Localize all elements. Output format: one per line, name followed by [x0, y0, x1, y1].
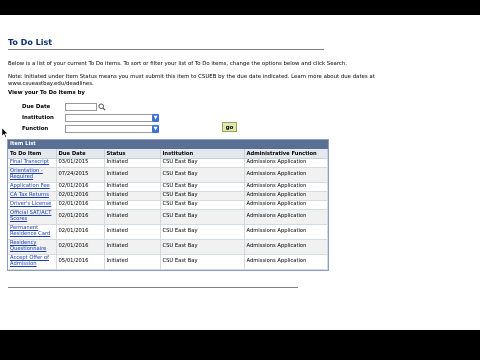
institution-select[interactable]: ▼ [65, 114, 159, 122]
search-icon[interactable] [98, 103, 106, 111]
due-date-cell: 02/01/2016 [56, 200, 105, 210]
item-list-title: Item List [8, 140, 328, 149]
function-cell: Admissions Application [244, 200, 328, 210]
table-row: Orientation - Required 07/24/2015 Initia… [8, 167, 328, 183]
chevron-down-icon[interactable]: ▼ [152, 125, 159, 133]
institution-cell: CSU East Bay [160, 158, 245, 168]
table-row: Official SAT/ACT Scores 02/01/2016 Initi… [8, 209, 328, 225]
item-table: To Do Item Due Date Status Institution A… [8, 149, 328, 270]
function-cell: Admissions Application [244, 167, 328, 183]
status-cell: Initiated [104, 254, 161, 270]
status-cell: Initiated [104, 209, 161, 225]
function-cell: Admissions Application [244, 191, 328, 201]
table-row: Residency Questionnaire 02/01/2016 Initi… [8, 239, 328, 255]
col-header-due-date: Due Date [56, 149, 105, 159]
function-cell: Admissions Application [244, 158, 328, 168]
chevron-down-icon[interactable]: ▼ [152, 114, 159, 122]
table-row: Final Transcript 03/01/2015 Initiated CS… [8, 158, 328, 168]
institution-cell: CSU East Bay [160, 191, 245, 201]
col-header-institution: Institution [160, 149, 245, 159]
todo-item-link[interactable]: Permanent Residence Card [10, 225, 50, 237]
col-header-function: Administrative Function [244, 149, 328, 159]
todo-item-link[interactable]: CA Tax Returns [10, 192, 49, 198]
institution-cell: CSU East Bay [160, 182, 245, 192]
table-row: Permanent Residence Card 02/01/2016 Init… [8, 224, 328, 240]
due-date-label: Due Date [22, 104, 51, 110]
todo-item-link[interactable]: Driver's License [10, 201, 51, 207]
due-date-cell: 02/01/2016 [56, 191, 105, 201]
status-cell: Initiated [104, 158, 161, 168]
bottom-divider [8, 287, 298, 288]
col-header-status: Status [104, 149, 161, 159]
page: To Do List Below is a list of your curre… [0, 15, 480, 330]
function-cell: Admissions Application [244, 224, 328, 240]
page-title: To Do List [8, 38, 53, 47]
table-row: CA Tax Returns 02/01/2016 Initiated CSU … [8, 191, 328, 201]
due-date-cell: 02/01/2016 [56, 239, 105, 255]
function-label: Function [22, 126, 49, 132]
table-row: Accept Offer of Admission 05/01/2016 Ini… [8, 254, 328, 270]
view-by-heading: View your To Do Items by [8, 90, 85, 96]
due-date-cell: 07/24/2015 [56, 167, 105, 183]
status-cell: Initiated [104, 167, 161, 183]
function-cell: Admissions Application [244, 254, 328, 270]
title-divider [8, 49, 324, 50]
intro-text: Below is a list of your current To Do it… [8, 61, 348, 67]
institution-cell: CSU East Bay [160, 239, 245, 255]
status-cell: Initiated [104, 224, 161, 240]
todo-item-link[interactable]: Accept Offer of Admission [10, 255, 49, 267]
item-list: Item List To Do Item Due Date Status Ins… [7, 139, 329, 271]
todo-item-link[interactable]: Final Transcript [10, 159, 49, 165]
status-cell: Initiated [104, 200, 161, 210]
table-row: Application Fee 02/01/2016 Initiated CSU… [8, 182, 328, 192]
institution-cell: CSU East Bay [160, 200, 245, 210]
todo-item-link[interactable]: Application Fee [10, 183, 50, 189]
institution-label: Institution [22, 115, 54, 121]
col-header-item: To Do Item [8, 149, 57, 159]
table-row: Driver's License 02/01/2016 Initiated CS… [8, 200, 328, 210]
due-date-cell: 02/01/2016 [56, 224, 105, 240]
status-cell: Initiated [104, 239, 161, 255]
due-date-cell: 05/01/2016 [56, 254, 105, 270]
due-date-cell: 02/01/2016 [56, 182, 105, 192]
go-button[interactable]: go [222, 122, 237, 132]
table-header-row: To Do Item Due Date Status Institution A… [8, 149, 328, 159]
institution-cell: CSU East Bay [160, 209, 245, 225]
mouse-cursor-icon [2, 128, 8, 138]
todo-item-link[interactable]: Official SAT/ACT Scores [10, 210, 51, 222]
institution-cell: CSU East Bay [160, 167, 245, 183]
status-cell: Initiated [104, 191, 161, 201]
due-date-cell: 02/01/2016 [56, 209, 105, 225]
function-cell: Admissions Application [244, 182, 328, 192]
note-text: Note: Initiated under Item Status means … [8, 74, 375, 87]
function-cell: Admissions Application [244, 209, 328, 225]
todo-item-link[interactable]: Orientation - Required [10, 168, 43, 180]
due-date-input[interactable] [65, 103, 97, 111]
due-date-cell: 03/01/2015 [56, 158, 105, 168]
todo-item-link[interactable]: Residency Questionnaire [10, 240, 46, 252]
function-cell: Admissions Application [244, 239, 328, 255]
institution-cell: CSU East Bay [160, 224, 245, 240]
function-select[interactable]: ▼ [65, 125, 159, 133]
institution-cell: CSU East Bay [160, 254, 245, 270]
status-cell: Initiated [104, 182, 161, 192]
